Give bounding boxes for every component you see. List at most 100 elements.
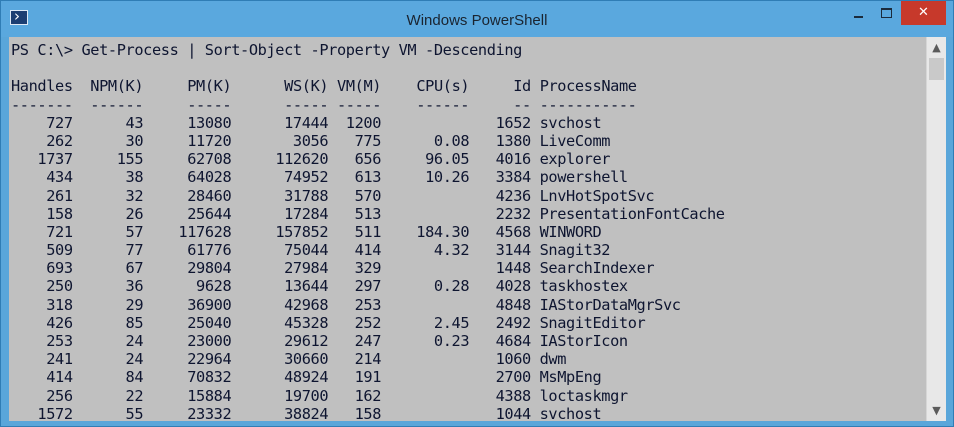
cell-cpu — [381, 114, 469, 132]
cell-cpu — [381, 387, 469, 405]
cell-id: 4388 — [469, 386, 532, 405]
table-row: 434 38 64028 74952 613 10.26 3384 powers… — [11, 168, 926, 186]
cell-pm: 11720 — [143, 131, 232, 150]
table-row: 256 22 15884 19700 162 4388 loctaskmgr — [11, 387, 926, 405]
cell-npm: 67 — [72, 259, 144, 278]
cell-vm: 191 — [328, 368, 382, 387]
cell-handles: 1572 — [11, 404, 73, 421]
cell-pm: 9628 — [143, 277, 232, 296]
cell-id: 2232 — [469, 204, 532, 223]
table-row: 414 84 70832 48924 191 2700 MsMpEng — [11, 368, 926, 386]
cell-cpu: 0.08 — [381, 131, 470, 150]
cell-ws: 3056 — [231, 131, 329, 150]
cell-handles: 414 — [11, 368, 73, 387]
cell-npm: 43 — [72, 113, 144, 132]
cell-id: 4028 — [469, 277, 532, 296]
cell-npm: 24 — [72, 332, 144, 350]
scrollbar-thumb[interactable] — [929, 58, 944, 80]
cell-process-name: IAStorIcon — [530, 332, 629, 350]
cell-handles: 256 — [11, 386, 73, 405]
cell-vm: 775 — [328, 131, 382, 150]
table-header: Handles NPM(K) PM(K) WS(K) VM(M) CPU(s) … — [11, 77, 926, 95]
scroll-down-arrow-icon[interactable]: ▼ — [927, 402, 946, 419]
cell-id: 2700 — [469, 368, 532, 387]
cell-process-name: explorer — [530, 150, 611, 169]
cell-handles: 721 — [11, 222, 73, 241]
powershell-window: Windows PowerShell ✕ PS C:\> Get-Process… — [0, 0, 954, 427]
cell-npm: 30 — [72, 131, 144, 150]
cell-handles: 262 — [11, 131, 73, 150]
cell-pm: 15884 — [143, 386, 232, 405]
cell-process-name: taskhostex — [530, 277, 629, 296]
cell-pm: 36900 — [143, 295, 232, 314]
console-output[interactable]: PS C:\> Get-Process | Sort-Object -Prope… — [9, 37, 926, 421]
cell-ws: 31788 — [231, 186, 329, 205]
cell-id: 3384 — [469, 168, 532, 187]
title-bar[interactable]: Windows PowerShell ✕ — [1, 1, 953, 37]
table-row: 727 43 13080 17444 1200 1652 svchost — [11, 114, 926, 132]
cell-ws: 45328 — [231, 313, 329, 332]
cell-cpu: 0.23 — [381, 332, 470, 350]
cell-ws: 157852 — [231, 222, 329, 241]
table-row: 262 30 11720 3056 775 0.08 1380 LiveComm — [11, 132, 926, 150]
cell-cpu: 4.32 — [381, 241, 470, 260]
cell-vm: 247 — [328, 332, 382, 350]
cell-ws: 30660 — [231, 350, 329, 369]
cell-process-name: SearchIndexer — [530, 259, 655, 278]
cell-vm: 158 — [328, 404, 382, 421]
cell-vm: 414 — [328, 241, 382, 260]
cell-process-name: loctaskmgr — [530, 386, 629, 405]
maximize-button[interactable] — [873, 1, 900, 25]
table-row: 1737 155 62708 112620 656 96.05 4016 exp… — [11, 150, 926, 168]
close-button[interactable]: ✕ — [901, 1, 946, 25]
cell-id: 4016 — [469, 150, 532, 169]
cell-process-name: powershell — [530, 168, 629, 187]
cell-id: 1060 — [469, 350, 532, 369]
table-row: 426 85 25040 45328 252 2.45 2492 SnagitE… — [11, 314, 926, 332]
cell-handles: 250 — [11, 277, 73, 296]
cell-pm: 64028 — [143, 168, 232, 187]
cell-npm: 57 — [72, 222, 144, 241]
cell-npm: 38 — [72, 168, 144, 187]
cell-pm: 13080 — [143, 113, 232, 132]
cell-npm: 24 — [72, 350, 144, 369]
cell-vm: 513 — [328, 204, 382, 223]
column-header: VM(M) — [337, 77, 382, 96]
cell-handles: 261 — [11, 186, 73, 205]
cell-npm: 22 — [72, 386, 144, 405]
cell-process-name: LnvHotSpotSvc — [530, 186, 655, 205]
cell-process-name: LiveComm — [530, 131, 611, 150]
cell-handles: 253 — [11, 332, 73, 350]
cell-id: 1448 — [469, 259, 532, 278]
cell-vm: 252 — [328, 313, 382, 332]
column-header: WS(K) — [284, 77, 329, 96]
minimize-button[interactable] — [845, 1, 872, 25]
minimize-icon — [854, 16, 863, 18]
cell-vm: 297 — [328, 277, 382, 296]
vertical-scrollbar[interactable]: ▲ ▼ — [926, 37, 946, 421]
cell-pm: 23000 — [143, 332, 232, 350]
cell-vm: 162 — [328, 386, 382, 405]
cell-process-name: SnagitEditor — [530, 313, 646, 332]
scroll-up-arrow-icon[interactable]: ▲ — [927, 39, 946, 56]
cell-pm: 61776 — [143, 241, 232, 260]
cell-cpu — [381, 368, 469, 386]
cell-cpu — [381, 296, 469, 314]
cell-vm: 329 — [328, 259, 382, 278]
cell-id: 4684 — [469, 332, 532, 350]
cell-pm: 25040 — [143, 313, 232, 332]
table-row: 318 29 36900 42968 253 4848 IAStorDataMg… — [11, 296, 926, 314]
cell-process-name: PresentationFontCache — [530, 204, 725, 223]
cell-cpu — [381, 259, 469, 277]
cell-pm: 70832 — [143, 368, 232, 387]
column-header: NPM(K) — [90, 77, 144, 96]
cell-ws: 112620 — [231, 150, 329, 169]
cell-cpu: 184.30 — [381, 222, 470, 241]
cell-ws: 13644 — [231, 277, 329, 296]
column-header: Handles — [11, 77, 73, 96]
cell-ws: 17284 — [231, 204, 329, 223]
cell-ws: 29612 — [231, 332, 329, 350]
cell-npm: 32 — [72, 186, 144, 205]
cell-cpu: 10.26 — [381, 168, 470, 187]
